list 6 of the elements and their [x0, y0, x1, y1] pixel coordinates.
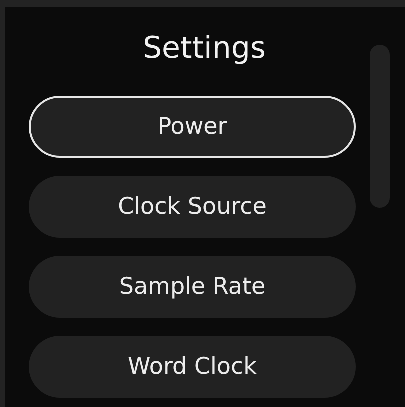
- menu-item[interactable]: Sample Rate: [29, 256, 356, 318]
- menu-item[interactable]: Power: [29, 96, 356, 158]
- settings-title: Settings: [142, 30, 268, 68]
- menu-item[interactable]: Word Clock: [29, 336, 356, 398]
- scrollbar[interactable]: [370, 45, 390, 208]
- menu-item[interactable]: Clock Source: [29, 176, 356, 238]
